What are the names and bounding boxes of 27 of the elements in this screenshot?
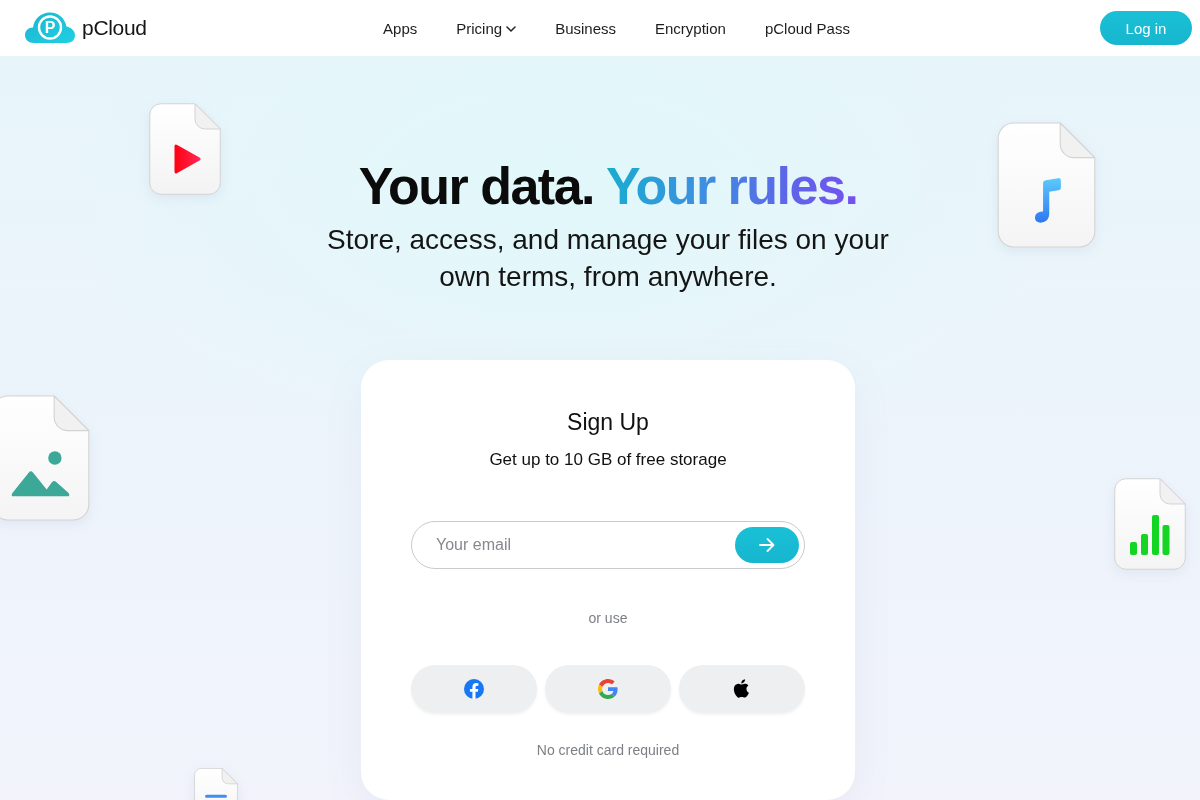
no-credit-card-note: No credit card required <box>536 741 680 760</box>
apple-sign-in-button[interactable] <box>679 665 805 713</box>
facebook-icon <box>464 679 484 699</box>
nav-link[interactable]: Apps <box>383 19 418 37</box>
google-sign-in-button[interactable] <box>545 665 671 713</box>
video-file-icon <box>149 103 221 195</box>
cloud-logo-icon: P <box>25 12 75 44</box>
chevron-down-icon <box>506 26 517 32</box>
signup-title: Sign Up <box>567 408 649 436</box>
arrow-right-icon <box>759 538 775 552</box>
image-file-icon <box>0 395 90 521</box>
logo-link[interactable]: P pCloud <box>25 12 147 44</box>
submit-button[interactable] <box>735 527 799 563</box>
google-icon <box>598 679 618 699</box>
hero-title: Your data. Your rules. <box>358 156 858 216</box>
nav-link[interactable]: Pricing <box>456 19 517 37</box>
email-input[interactable]: Your email <box>411 521 805 569</box>
music-file-icon <box>997 122 1096 248</box>
nav-link[interactable]: Business <box>555 19 616 37</box>
facebook-sign-in-button[interactable] <box>411 665 537 713</box>
nav-link[interactable]: pCloud Pass <box>764 19 850 37</box>
nav-link[interactable]: Encryption <box>655 19 726 37</box>
apple-icon <box>733 679 751 699</box>
hero-subtitle: Store, access, and manage your files on your own terms, from anywhere. <box>326 223 890 294</box>
bar-chart-file-icon <box>1114 478 1186 570</box>
divider-text: or use <box>588 609 628 628</box>
signup-subtitle: Get up to 10 GB of free storage <box>489 449 727 471</box>
